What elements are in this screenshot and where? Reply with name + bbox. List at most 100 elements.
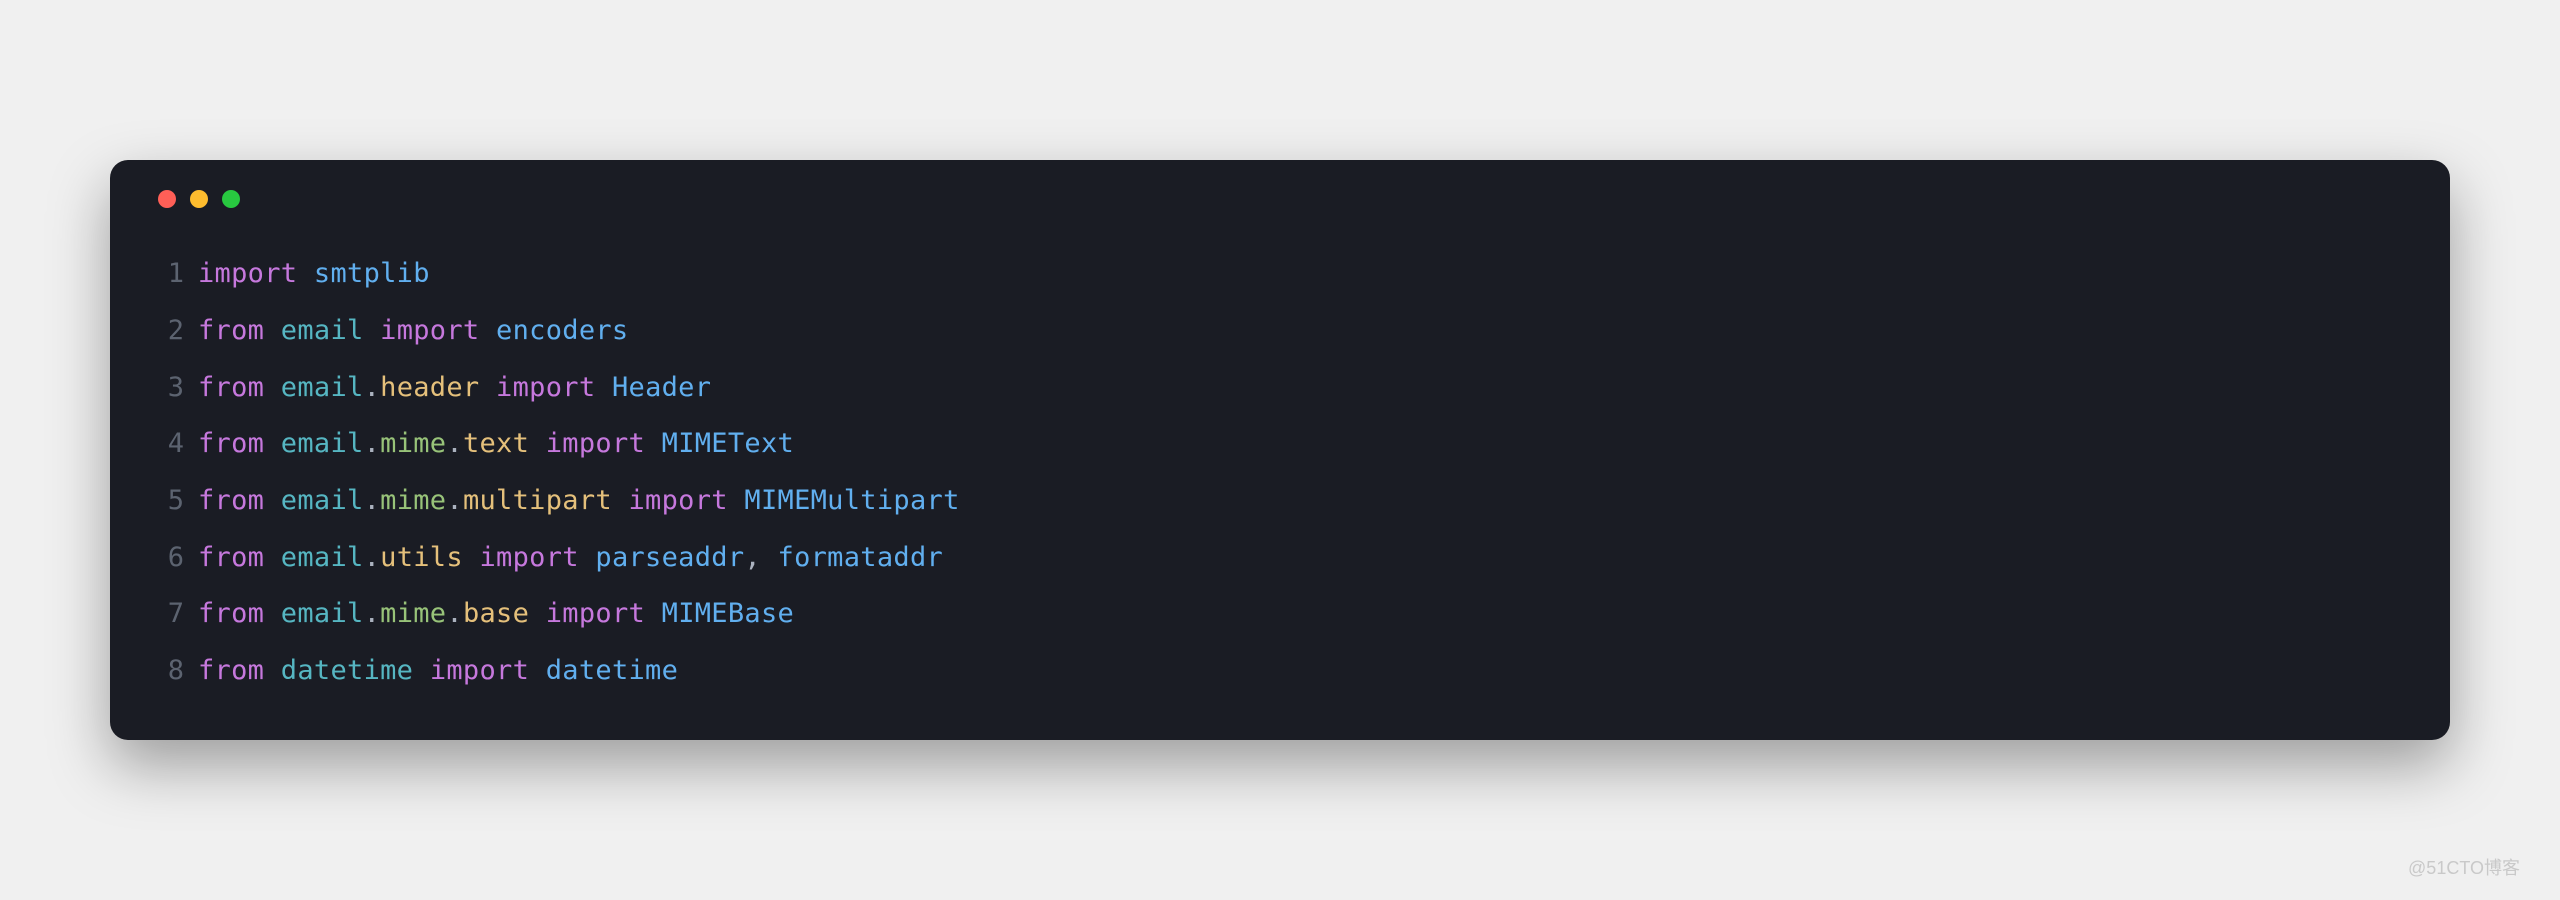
code-token: import — [430, 655, 529, 686]
code-token — [529, 598, 546, 629]
code-token: import — [629, 485, 728, 516]
line-number: 6 — [150, 530, 184, 587]
code-token: from — [198, 315, 264, 346]
code-line: 2from email import encoders — [150, 303, 2410, 360]
line-number: 2 — [150, 303, 184, 360]
code-token: mime — [380, 428, 446, 459]
line-content: from email import encoders — [198, 303, 629, 360]
code-token — [645, 598, 662, 629]
code-token: . — [364, 542, 381, 573]
code-token — [264, 542, 281, 573]
code-token: . — [364, 485, 381, 516]
code-token — [264, 428, 281, 459]
line-content: from datetime import datetime — [198, 643, 678, 700]
code-line: 7from email.mime.base import MIMEBase — [150, 586, 2410, 643]
traffic-zoom-icon[interactable] — [222, 190, 240, 208]
code-token: import — [496, 372, 595, 403]
code-token: datetime — [546, 655, 678, 686]
line-number: 3 — [150, 360, 184, 417]
code-token: MIMEText — [662, 428, 794, 459]
code-token: mime — [380, 485, 446, 516]
code-token: from — [198, 542, 264, 573]
code-token: email — [281, 598, 364, 629]
code-token: import — [479, 542, 578, 573]
code-line: 3from email.header import Header — [150, 360, 2410, 417]
watermark-label: @51CTO博客 — [2408, 854, 2520, 880]
code-token: . — [446, 485, 463, 516]
code-token: import — [198, 258, 297, 289]
code-token: from — [198, 598, 264, 629]
code-token — [264, 598, 281, 629]
code-token — [529, 655, 546, 686]
code-token: import — [546, 598, 645, 629]
code-token — [761, 542, 778, 573]
line-number: 4 — [150, 416, 184, 473]
code-token: mime — [380, 598, 446, 629]
code-token: from — [198, 655, 264, 686]
code-line: 5from email.mime.multipart import MIMEMu… — [150, 473, 2410, 530]
code-token: Header — [612, 372, 711, 403]
code-line: 1import smtplib — [150, 246, 2410, 303]
code-token: . — [446, 598, 463, 629]
code-token: . — [364, 372, 381, 403]
code-token: import — [380, 315, 479, 346]
code-block: 1import smtplib2from email import encode… — [150, 246, 2410, 700]
code-token: email — [281, 428, 364, 459]
line-number: 8 — [150, 643, 184, 700]
code-token — [645, 428, 662, 459]
code-token: . — [364, 598, 381, 629]
traffic-close-icon[interactable] — [158, 190, 176, 208]
line-content: from email.mime.multipart import MIMEMul… — [198, 473, 960, 530]
line-content: from email.header import Header — [198, 360, 711, 417]
line-number: 7 — [150, 586, 184, 643]
code-token: from — [198, 485, 264, 516]
line-content: from email.mime.base import MIMEBase — [198, 586, 794, 643]
code-token: MIMEMultipart — [744, 485, 959, 516]
code-token — [479, 315, 496, 346]
code-token: email — [281, 485, 364, 516]
code-token: email — [281, 372, 364, 403]
line-number: 5 — [150, 473, 184, 530]
code-token — [463, 542, 480, 573]
code-token — [579, 542, 596, 573]
code-token — [364, 315, 381, 346]
code-token — [264, 372, 281, 403]
code-token: . — [364, 428, 381, 459]
code-token: smtplib — [314, 258, 430, 289]
line-number: 1 — [150, 246, 184, 303]
code-token: header — [380, 372, 479, 403]
code-line: 4from email.mime.text import MIMEText — [150, 416, 2410, 473]
code-token — [612, 485, 629, 516]
code-token: email — [281, 315, 364, 346]
code-token: base — [463, 598, 529, 629]
code-token: . — [446, 428, 463, 459]
code-token: multipart — [463, 485, 612, 516]
code-token: import — [546, 428, 645, 459]
code-token: parseaddr — [595, 542, 744, 573]
code-token: from — [198, 428, 264, 459]
code-token: encoders — [496, 315, 628, 346]
code-token: datetime — [281, 655, 413, 686]
code-token — [264, 655, 281, 686]
line-content: from email.utils import parseaddr, forma… — [198, 530, 943, 587]
code-token — [264, 315, 281, 346]
stage: 1import smtplib2from email import encode… — [0, 0, 2560, 900]
code-token — [728, 485, 745, 516]
code-token — [479, 372, 496, 403]
code-token — [413, 655, 430, 686]
code-token — [529, 428, 546, 459]
code-token: from — [198, 372, 264, 403]
code-token: MIMEBase — [662, 598, 794, 629]
code-card: 1import smtplib2from email import encode… — [110, 160, 2450, 740]
code-token: utils — [380, 542, 463, 573]
code-line: 8from datetime import datetime — [150, 643, 2410, 700]
code-token: , — [744, 542, 761, 573]
line-content: import smtplib — [198, 246, 430, 303]
line-content: from email.mime.text import MIMEText — [198, 416, 794, 473]
window-traffic-lights — [150, 190, 2410, 208]
code-token: email — [281, 542, 364, 573]
code-line: 6from email.utils import parseaddr, form… — [150, 530, 2410, 587]
code-token: formataddr — [778, 542, 944, 573]
code-token — [595, 372, 612, 403]
traffic-minimize-icon[interactable] — [190, 190, 208, 208]
